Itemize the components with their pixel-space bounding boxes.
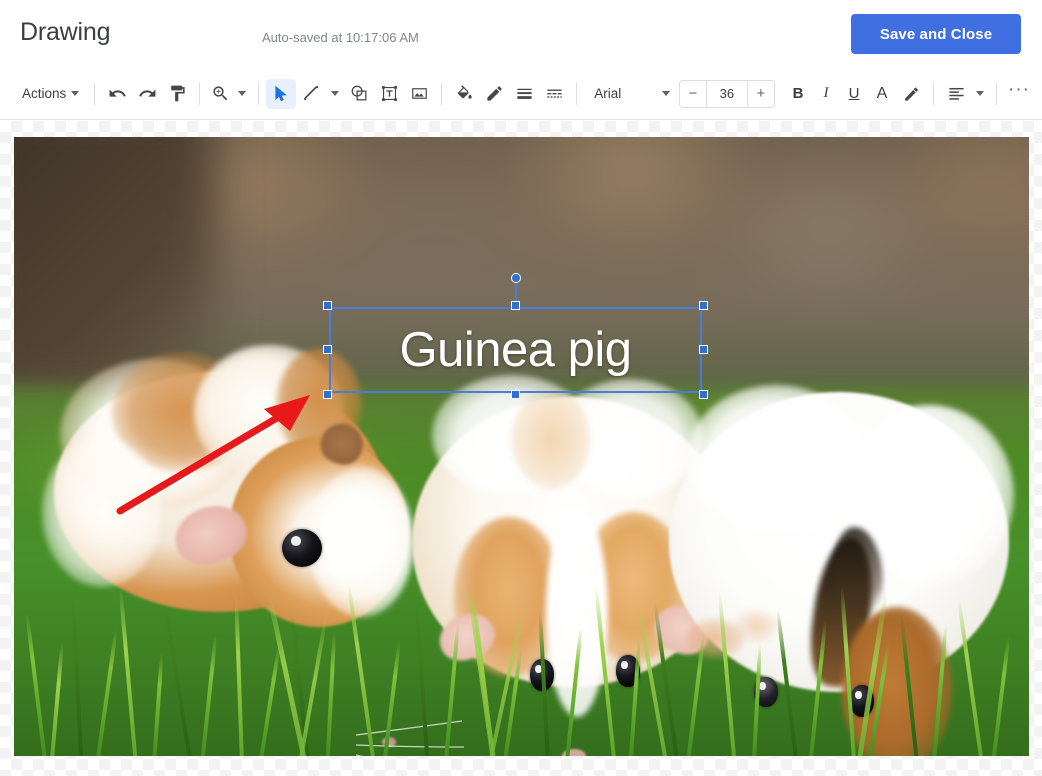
border-color-icon[interactable] xyxy=(479,79,509,109)
font-size-input[interactable]: 36 xyxy=(706,81,748,107)
font-family-label: Arial xyxy=(594,86,621,101)
line-icon[interactable] xyxy=(296,79,326,109)
toolbar-divider xyxy=(441,83,442,105)
selected-text-box[interactable]: Guinea pig xyxy=(329,307,702,393)
border-weight-icon[interactable] xyxy=(509,79,539,109)
font-size-increase-button[interactable]: + xyxy=(748,81,774,107)
text-color-button[interactable]: A xyxy=(868,79,896,109)
font-size-decrease-button[interactable]: − xyxy=(680,81,706,107)
zoom-icon[interactable] xyxy=(207,79,233,109)
shape-icon[interactable] xyxy=(344,79,374,109)
resize-handle-top-right[interactable] xyxy=(699,301,708,310)
chevron-down-icon xyxy=(331,91,339,96)
resize-handle-bottom-right[interactable] xyxy=(699,390,708,399)
redo-button[interactable] xyxy=(132,79,162,109)
resize-handle-bottom-left[interactable] xyxy=(323,390,332,399)
font-family-dropdown-button[interactable] xyxy=(653,79,679,109)
undo-button[interactable] xyxy=(102,79,132,109)
resize-handle-bottom-center[interactable] xyxy=(511,390,520,399)
text-box-content[interactable]: Guinea pig xyxy=(329,307,702,393)
toolbar-divider xyxy=(258,83,259,105)
resize-handle-middle-left[interactable] xyxy=(323,345,332,354)
chevron-down-icon xyxy=(238,91,246,96)
border-dash-icon[interactable] xyxy=(539,79,569,109)
toolbar-divider xyxy=(996,83,997,105)
line-dropdown-button[interactable] xyxy=(326,79,344,109)
toolbar-divider xyxy=(199,83,200,105)
fill-color-icon[interactable] xyxy=(449,79,479,109)
canvas-image-guinea-pigs[interactable]: Guinea pig xyxy=(14,137,1029,756)
save-and-close-button[interactable]: Save and Close xyxy=(851,14,1021,54)
drawing-toolbar: Actions xyxy=(0,68,1042,120)
zoom-dropdown-button[interactable] xyxy=(233,79,251,109)
actions-menu-button[interactable]: Actions xyxy=(14,79,87,109)
tall-grass-tufts xyxy=(14,496,1029,756)
page-title: Drawing xyxy=(20,18,110,47)
italic-button[interactable]: I xyxy=(812,79,840,109)
chevron-down-icon xyxy=(71,91,79,96)
bold-button[interactable]: B xyxy=(784,79,812,109)
paint-format-icon[interactable] xyxy=(162,79,192,109)
resize-handle-top-center[interactable] xyxy=(511,301,520,310)
align-icon[interactable] xyxy=(941,79,971,109)
resize-handle-top-left[interactable] xyxy=(323,301,332,310)
toolbar-divider xyxy=(576,83,577,105)
underline-button[interactable]: U xyxy=(840,79,868,109)
select-cursor-icon[interactable] xyxy=(266,79,296,109)
font-size-stepper[interactable]: − 36 + xyxy=(679,80,775,108)
app-header: Drawing Auto-saved at 10:17:06 AM Save a… xyxy=(0,0,1042,68)
toolbar-divider xyxy=(933,83,934,105)
chevron-down-icon xyxy=(662,91,670,96)
image-icon[interactable] xyxy=(404,79,434,109)
font-family-selector[interactable]: Arial xyxy=(584,79,653,109)
align-dropdown-button[interactable] xyxy=(971,79,989,109)
chevron-down-icon xyxy=(976,91,984,96)
highlight-color-icon[interactable] xyxy=(896,79,926,109)
actions-menu-label: Actions xyxy=(22,86,66,101)
toolbar-divider xyxy=(94,83,95,105)
text-box-icon[interactable] xyxy=(374,79,404,109)
rotation-handle[interactable] xyxy=(511,273,521,283)
resize-handle-middle-right[interactable] xyxy=(699,345,708,354)
autosave-status: Auto-saved at 10:17:06 AM xyxy=(262,30,419,45)
drawing-canvas[interactable]: Guinea pig xyxy=(0,121,1042,776)
more-options-icon[interactable]: ··· xyxy=(1004,79,1034,109)
